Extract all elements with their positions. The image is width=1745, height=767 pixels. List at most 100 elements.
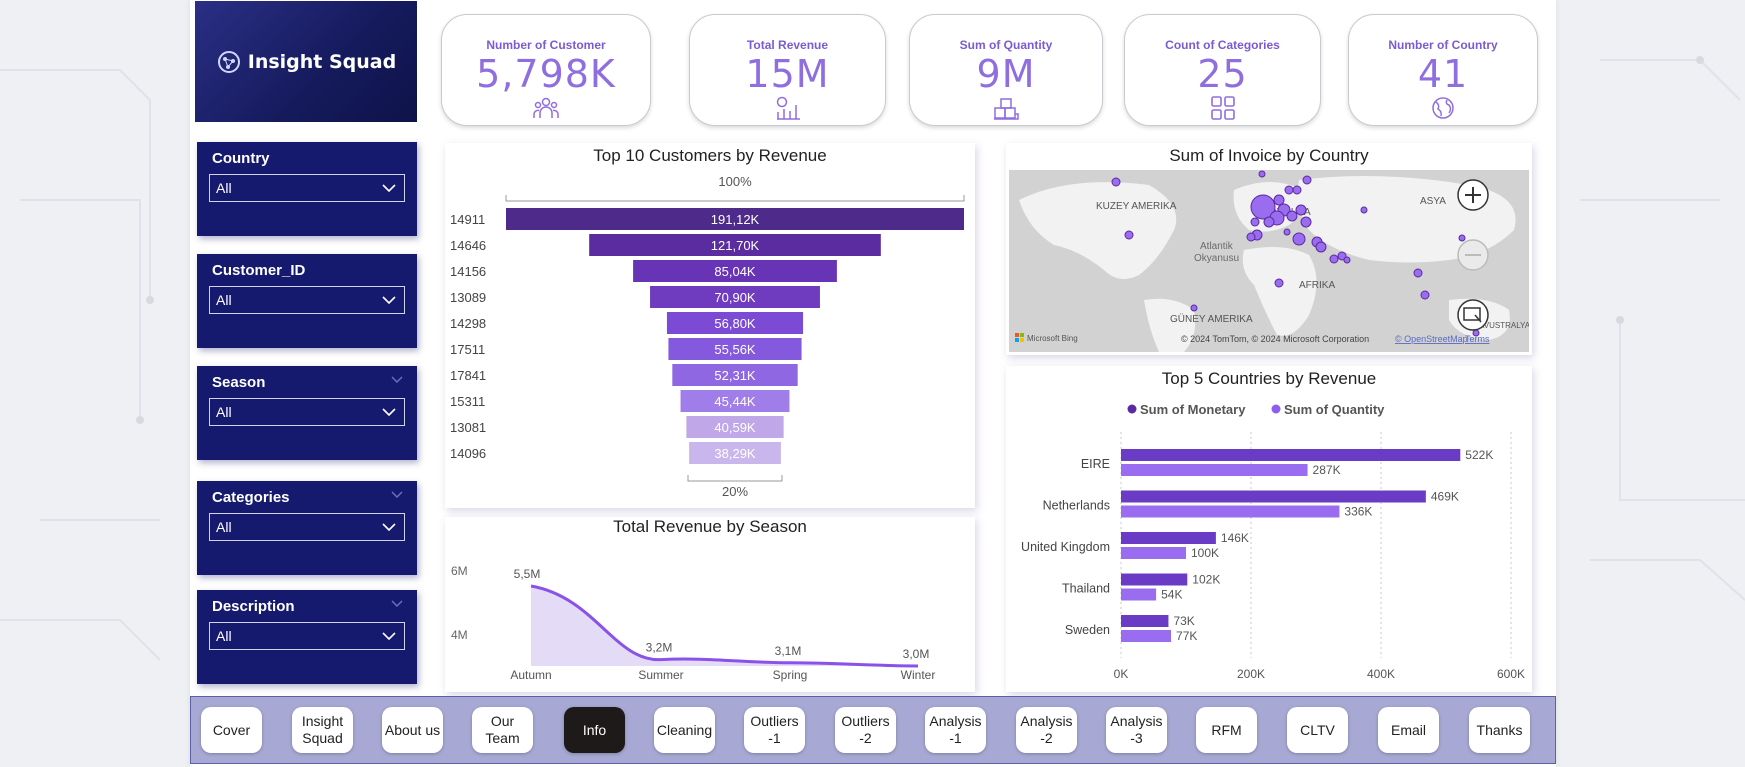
funnel-chart: 100% 20% 191,12K 14911 121,70K 14646 85,04K 1… [450, 174, 965, 499]
country-dropdown[interactable]: All [209, 174, 405, 202]
country-bar[interactable] [1121, 490, 1426, 503]
select-area-button[interactable] [1457, 299, 1489, 331]
legend-label: Sum of Monetary [1140, 402, 1246, 417]
season-dropdown[interactable]: All [209, 398, 405, 426]
dropdown-value: All [216, 292, 232, 308]
nav-button-about-us[interactable]: About us [382, 707, 443, 753]
categories-dropdown[interactable]: All [209, 513, 405, 541]
zoom-out-button[interactable] [1457, 239, 1489, 271]
x-tick-label: 200K [1237, 667, 1265, 681]
funnel-value-label: 70,90K [714, 290, 756, 305]
season-chart-panel: Total Revenue by Season 4M 6M 5,5M Autumn 3,… [445, 517, 975, 692]
funnel-category-label: 14911 [450, 212, 485, 227]
nav-button-our-team[interactable]: Our Team [472, 707, 533, 753]
slicer-title: Description [212, 598, 295, 615]
kpi-value: 9M [976, 52, 1036, 96]
funnel-category-label: 17841 [450, 368, 486, 383]
funnel-category-label: 14096 [450, 446, 486, 461]
slicer-title: Season [212, 374, 266, 391]
category-label: Sweden [1065, 623, 1110, 637]
nav-button-cleaning[interactable]: Cleaning [654, 707, 715, 753]
bar-value-label: 73K [1173, 614, 1194, 628]
funnel-category-label: 15311 [450, 394, 485, 409]
slicer-title: Country [212, 150, 270, 167]
season-category-label: Summer [638, 668, 683, 682]
season-category-label: Spring [773, 668, 808, 682]
nav-button-cltv[interactable]: CLTV [1287, 707, 1348, 753]
globe-icon [1432, 97, 1454, 119]
chart-title: Sum of Invoice by Country [1169, 146, 1369, 165]
funnel-value-label: 56,80K [714, 316, 756, 331]
season-value-label: 3,2M [646, 641, 673, 655]
kpi-card-revenue: Total Revenue 15M [689, 14, 886, 126]
country-bar[interactable] [1121, 573, 1188, 586]
nav-button-insight-squad[interactable]: Insight Squad [292, 707, 353, 753]
nav-button-analysis-1[interactable]: Analysis -1 [925, 707, 986, 753]
nav-button-analysis-3[interactable]: Analysis -3 [1106, 707, 1167, 753]
slicer-title: Customer_ID [212, 262, 306, 279]
grid-icon [1210, 96, 1235, 120]
map-panel: Sum of Invoice by Country KUZEY AMERIKA … [1006, 143, 1532, 355]
country-bar[interactable] [1121, 464, 1308, 476]
dropdown-value: All [216, 628, 232, 644]
bar-value-label: 287K [1313, 463, 1341, 477]
funnel-category-label: 14646 [450, 238, 486, 253]
nav-button-outliers-1[interactable]: Outliers -1 [744, 707, 805, 753]
slicer-categories: Categories All [197, 481, 417, 575]
country-bar[interactable] [1121, 588, 1157, 601]
kpi-card-quantity: Sum of Quantity 9M [909, 14, 1103, 126]
x-tick-label: 400K [1367, 667, 1395, 681]
terms-link[interactable]: Terms [1465, 334, 1490, 344]
chevron-down-icon [382, 408, 396, 417]
funnel-value-label: 40,59K [714, 420, 756, 435]
osm-link[interactable]: © OpenStreetMap [1395, 334, 1468, 344]
country-bar[interactable] [1121, 505, 1340, 518]
collapse-chevron-icon[interactable] [391, 491, 403, 499]
funnel-value-label: 191,12K [711, 212, 760, 227]
description-dropdown[interactable]: All [209, 622, 405, 650]
country-bar[interactable] [1121, 532, 1216, 544]
season-value-label: 5,5M [514, 567, 541, 581]
world-map[interactable]: KUZEY AMERIKA AVRUPA ASYA Atlantik Okyan… [1009, 170, 1529, 352]
customer-id-dropdown[interactable]: All [209, 286, 405, 314]
slicer-customer-id: Customer_ID All [197, 254, 417, 348]
map-label: AFRIKA [1299, 280, 1335, 291]
nav-button-outliers-2[interactable]: Outliers -2 [835, 707, 896, 753]
nav-button-rfm[interactable]: RFM [1196, 707, 1257, 753]
bar-value-label: 522K [1465, 448, 1493, 462]
revenue-chart-icon [776, 96, 800, 120]
collapse-chevron-icon[interactable] [391, 600, 403, 608]
funnel-category-label: 17511 [450, 342, 485, 357]
country-bar[interactable] [1121, 615, 1169, 627]
country-bar[interactable] [1121, 547, 1186, 559]
season-category-label: Autumn [510, 668, 551, 682]
nav-button-cover[interactable]: Cover [201, 707, 262, 753]
brand-name: Insight Squad [247, 50, 397, 73]
kpi-value: 5,798K [476, 52, 616, 96]
collapse-chevron-icon[interactable] [391, 376, 403, 384]
funnel-category-label: 13081 [450, 420, 486, 435]
funnel-category-label: 13089 [450, 290, 486, 305]
nav-button-email[interactable]: Email [1378, 707, 1439, 753]
zoom-in-button[interactable] [1457, 179, 1489, 211]
bar-value-label: 54K [1161, 588, 1182, 602]
slicer-title: Categories [212, 489, 290, 506]
category-label: Netherlands [1043, 499, 1110, 513]
slicer-season: Season All [197, 366, 417, 460]
season-area-fill [531, 586, 918, 666]
category-label: United Kingdom [1021, 540, 1110, 554]
funnel-value-label: 121,70K [711, 238, 760, 253]
map-label: ASYA [1420, 196, 1446, 207]
country-bar[interactable] [1121, 630, 1172, 642]
slicer-description: Description All [197, 590, 417, 684]
nav-button-info[interactable]: Info [564, 707, 625, 753]
chevron-down-icon [382, 632, 396, 641]
nav-button-thanks[interactable]: Thanks [1469, 707, 1530, 753]
funnel-chart-panel: Top 10 Customers by Revenue 100% 20% 191… [445, 143, 975, 508]
nav-button-analysis-2[interactable]: Analysis -2 [1016, 707, 1077, 753]
country-bar[interactable] [1121, 449, 1461, 461]
funnel-category-label: 14156 [450, 264, 486, 279]
kpi-card-categories: Count of Categories 25 [1124, 14, 1321, 126]
dropdown-value: All [216, 519, 232, 535]
chevron-down-icon [382, 296, 396, 305]
